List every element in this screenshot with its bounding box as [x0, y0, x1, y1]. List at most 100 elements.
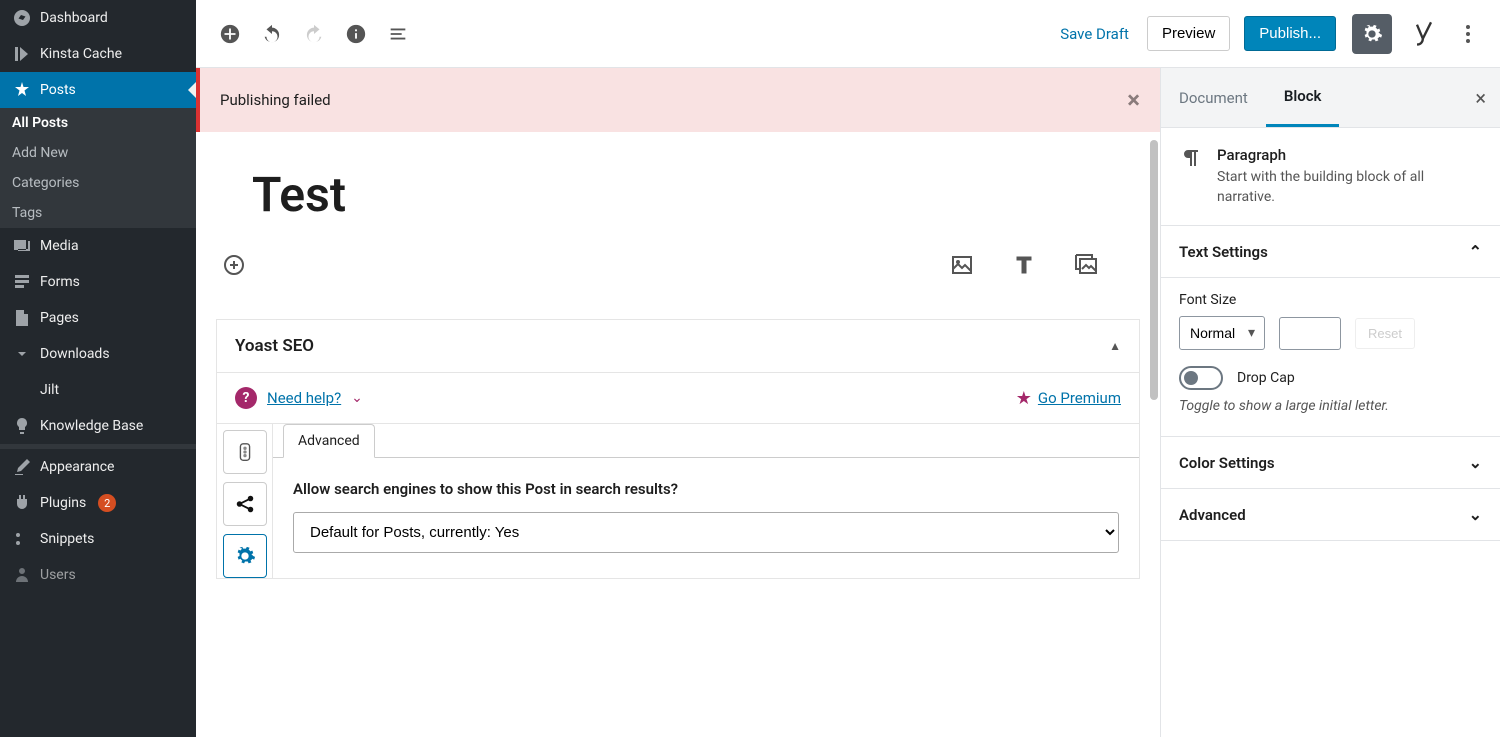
sidebar-label: Posts: [40, 82, 76, 98]
sidebar-item-snippets[interactable]: Snippets: [0, 521, 196, 557]
add-block-button[interactable]: [212, 16, 248, 52]
yoast-panel-title: Yoast SEO: [235, 336, 314, 356]
redo-icon: [303, 23, 325, 45]
chevron-down-icon: ⌄: [351, 390, 363, 406]
yoast-tab-advanced[interactable]: [223, 534, 267, 578]
yoast-tab-readability[interactable]: [223, 430, 267, 474]
jilt-icon: [12, 380, 32, 400]
scissors-icon: [12, 529, 32, 549]
heading-block-button[interactable]: [1006, 247, 1042, 283]
settings-button[interactable]: [1352, 14, 1392, 54]
sidebar-item-kinsta[interactable]: Kinsta Cache: [0, 36, 196, 72]
admin-sidebar: Dashboard Kinsta Cache Posts All Posts A…: [0, 0, 196, 737]
traffic-light-icon: [234, 441, 256, 463]
pin-icon: [12, 80, 32, 100]
brush-icon: [12, 457, 32, 477]
forms-icon: [12, 272, 32, 292]
save-draft-button[interactable]: Save Draft: [1048, 25, 1141, 43]
sidebar-label: Knowledge Base: [40, 418, 143, 434]
yoast-icon: [1410, 20, 1438, 48]
paragraph-icon: [1179, 146, 1203, 170]
tab-block[interactable]: Block: [1266, 68, 1340, 127]
undo-icon: [261, 23, 283, 45]
chevron-down-icon: ⌄: [1469, 453, 1482, 472]
publish-button[interactable]: Publish...: [1244, 16, 1336, 51]
collapse-icon: ▲: [1109, 339, 1121, 353]
close-inspector-button[interactable]: ×: [1461, 86, 1500, 110]
block-description: Paragraph Start with the building block …: [1161, 128, 1500, 226]
go-premium-link[interactable]: Go Premium: [1038, 389, 1121, 407]
sidebar-label: Pages: [40, 310, 79, 326]
yoast-subtab-advanced[interactable]: Advanced: [283, 424, 375, 458]
yoast-panel-header[interactable]: Yoast SEO ▲: [217, 320, 1139, 373]
sidebar-item-forms[interactable]: Forms: [0, 264, 196, 300]
yoast-help-bar: ? Need help? ⌄ ★ Go Premium: [217, 373, 1139, 424]
font-size-input[interactable]: [1279, 317, 1341, 350]
undo-button[interactable]: [254, 16, 290, 52]
yoast-seo-panel: Yoast SEO ▲ ? Need help? ⌄ ★ Go Premium: [216, 319, 1140, 579]
font-size-reset-button[interactable]: Reset: [1355, 318, 1415, 349]
tab-document[interactable]: Document: [1161, 68, 1266, 127]
sidebar-item-posts[interactable]: Posts: [0, 72, 196, 108]
editor-toolbar: Save Draft Preview Publish...: [196, 0, 1500, 68]
sidebar-label: Media: [40, 238, 79, 254]
bulb-icon: [12, 416, 32, 436]
sidebar-item-users[interactable]: Users: [0, 557, 196, 593]
drop-cap-toggle[interactable]: [1179, 366, 1223, 390]
gallery-block-button[interactable]: [1068, 247, 1104, 283]
submenu-add-new[interactable]: Add New: [0, 138, 196, 168]
sidebar-label: Snippets: [40, 531, 94, 547]
yoast-vertical-tabs: [217, 424, 273, 578]
need-help-link[interactable]: Need help?: [267, 389, 341, 407]
editor-canvas: Publishing failed × Test Yoast SEO ▲ ?: [196, 68, 1160, 737]
preview-button[interactable]: Preview: [1147, 16, 1230, 51]
sidebar-item-kb[interactable]: Knowledge Base: [0, 408, 196, 444]
submenu-categories[interactable]: Categories: [0, 168, 196, 198]
gallery-icon: [1074, 253, 1098, 277]
block-title: Paragraph: [1217, 146, 1482, 164]
post-title[interactable]: Test: [196, 132, 1160, 235]
gear-icon: [234, 545, 256, 567]
sidebar-item-downloads[interactable]: Downloads: [0, 336, 196, 372]
image-block-button[interactable]: [944, 247, 980, 283]
text-icon: [1012, 253, 1036, 277]
sidebar-label: Plugins: [40, 495, 86, 511]
submenu-tags[interactable]: Tags: [0, 198, 196, 228]
sidebar-item-pages[interactable]: Pages: [0, 300, 196, 336]
font-size-label: Font Size: [1179, 292, 1482, 308]
sidebar-item-plugins[interactable]: Plugins 2: [0, 485, 196, 521]
sidebar-label: Dashboard: [40, 10, 108, 26]
insert-block-button[interactable]: [216, 247, 252, 283]
sidebar-item-jilt[interactable]: Jilt: [0, 372, 196, 408]
yoast-tab-social[interactable]: [223, 482, 267, 526]
sidebar-item-appearance[interactable]: Appearance: [0, 449, 196, 485]
submenu-all-posts[interactable]: All Posts: [0, 108, 196, 138]
seo-indexing-select[interactable]: Default for Posts, currently: Yes: [293, 512, 1119, 553]
plug-icon: [12, 493, 32, 513]
block-desc-text: Start with the building block of all nar…: [1217, 168, 1482, 207]
kinsta-icon: [12, 44, 32, 64]
more-menu-button[interactable]: [1452, 25, 1484, 43]
image-icon: [950, 253, 974, 277]
font-size-select[interactable]: Normal: [1179, 316, 1265, 350]
users-icon: [12, 565, 32, 585]
notice-close-button[interactable]: ×: [1127, 86, 1140, 114]
panel-color-settings[interactable]: Color Settings⌄: [1161, 437, 1500, 489]
editor-scrollbar[interactable]: [1150, 140, 1158, 400]
star-icon: ★: [1016, 388, 1032, 409]
pages-icon: [12, 308, 32, 328]
outline-button[interactable]: [380, 16, 416, 52]
redo-button[interactable]: [296, 16, 332, 52]
yoast-toolbar-button[interactable]: [1410, 20, 1438, 48]
sidebar-item-media[interactable]: Media: [0, 228, 196, 264]
info-icon: [345, 23, 367, 45]
error-notice: Publishing failed ×: [196, 68, 1160, 132]
list-icon: [387, 23, 409, 45]
sidebar-item-dashboard[interactable]: Dashboard: [0, 0, 196, 36]
seo-indexing-label: Allow search engines to show this Post i…: [293, 480, 1119, 498]
info-button[interactable]: [338, 16, 374, 52]
panel-text-settings[interactable]: Text Settings⌃: [1161, 226, 1500, 278]
sidebar-label: Forms: [40, 274, 80, 290]
panel-advanced[interactable]: Advanced⌄: [1161, 489, 1500, 541]
share-icon: [234, 493, 256, 515]
